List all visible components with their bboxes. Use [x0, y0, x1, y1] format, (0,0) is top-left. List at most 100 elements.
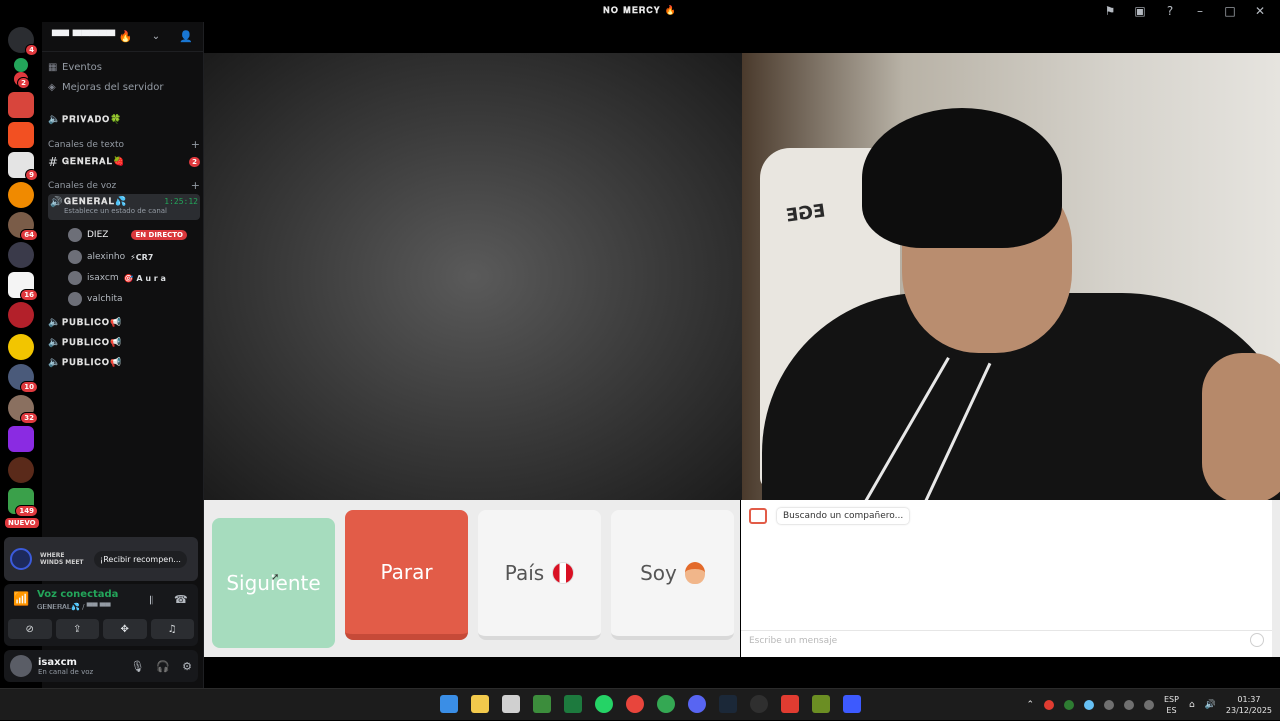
chevron-up-icon[interactable]: ⌃ — [1026, 700, 1034, 710]
microphone-icon[interactable] — [1143, 700, 1154, 710]
user-panel: isaxcm En canal de voz 🎙 🎧 ⚙ — [4, 650, 198, 682]
noise-suppression-icon[interactable]: 𝄃 — [150, 594, 152, 608]
channel-status-hint[interactable]: Establece un estado de canal — [64, 207, 198, 215]
server-icon[interactable] — [8, 122, 34, 148]
tray-app-icon[interactable] — [1103, 700, 1114, 710]
country-button[interactable]: País — [478, 510, 601, 640]
chrome-icon[interactable] — [657, 695, 675, 713]
tray-app-icon[interactable] — [1123, 700, 1134, 710]
obs-icon[interactable] — [750, 695, 768, 713]
file-explorer-icon[interactable] — [471, 695, 489, 713]
stop-label: Parar — [380, 560, 433, 584]
minimize-button[interactable]: – — [1192, 4, 1208, 18]
stop-button[interactable]: Parar — [345, 510, 468, 640]
channel-public[interactable]: 🔈 𝐏𝐔𝐁𝐋𝐈𝐂𝐎📢 — [48, 337, 200, 348]
server-icon[interactable]: 2 — [14, 72, 30, 89]
voice-user[interactable]: DIEZ EN DIRECTO — [68, 228, 187, 242]
voice-channel-path[interactable]: 𝐆𝐄𝐍𝐄𝐑𝐀𝐋💦 / ▀▀ ▀▀ — [37, 603, 111, 612]
server-icon[interactable]: 32 — [8, 395, 38, 424]
gender-button[interactable]: Soy — [611, 510, 734, 640]
invite-icon[interactable]: 👤 — [179, 30, 193, 43]
minecraft-icon[interactable] — [812, 695, 830, 713]
start-icon[interactable] — [440, 695, 458, 713]
server-icon[interactable] — [8, 92, 34, 118]
app-icon[interactable] — [843, 695, 861, 713]
new-badge: NUEVO — [5, 518, 39, 528]
headphones-icon[interactable]: 🎧 — [156, 660, 170, 673]
server-icon[interactable]: 9 — [8, 152, 38, 181]
activities-button[interactable]: ✥ — [103, 619, 147, 639]
server-icon[interactable]: 64 — [8, 212, 38, 241]
voice-user[interactable]: isaxcm 🎯 A u r a — [68, 271, 166, 285]
signal-icon[interactable]: 📶 — [13, 592, 29, 607]
server-icon[interactable] — [8, 426, 34, 452]
network-icon[interactable]: ⌂ — [1189, 700, 1195, 710]
soundboard-button[interactable]: ♫ — [150, 619, 194, 639]
channel-public[interactable]: 🔈 𝐏𝐔𝐁𝐋𝐈𝐂𝐎📢 — [48, 317, 200, 328]
server-icon[interactable] — [8, 334, 34, 360]
claim-reward-button[interactable]: ¡Recibir recompen... — [94, 550, 187, 568]
clock[interactable]: 01:37 23/12/2025 — [1226, 694, 1272, 716]
server-icon[interactable]: 10 — [8, 364, 38, 393]
server-icon[interactable]: 16 — [8, 272, 38, 301]
category-text[interactable]: Canales de texto + — [48, 138, 200, 151]
server-icon[interactable] — [8, 457, 34, 483]
channel-name: 𝐆𝐄𝐍𝐄𝐑𝐀𝐋💦 — [64, 197, 128, 207]
server-icon[interactable] — [8, 302, 34, 328]
user-info[interactable]: isaxcm En canal de voz — [38, 657, 130, 676]
discord-home-icon[interactable]: 4 — [8, 27, 38, 56]
gear-icon[interactable]: ⚙ — [182, 660, 192, 673]
add-channel-icon[interactable]: + — [191, 179, 200, 192]
chrome-icon[interactable] — [626, 695, 644, 713]
channel-name: 𝐏𝐔𝐁𝐋𝐈𝐂𝐎📢 — [62, 317, 123, 328]
steam-icon[interactable] — [719, 695, 737, 713]
close-button[interactable]: ✕ — [1252, 4, 1268, 18]
camera-off-button[interactable]: ⊘ — [8, 619, 52, 639]
maximize-button[interactable]: □ — [1222, 4, 1238, 18]
inbox-icon[interactable]: ⚑ — [1102, 4, 1118, 18]
category-label: Canales de voz — [48, 180, 117, 191]
channel-general-text[interactable]: # 𝐆𝐄𝐍𝐄𝐑𝐀𝐋🍓 2 — [48, 155, 200, 169]
volume-icon[interactable]: 🔊 — [1205, 700, 1216, 710]
help-icon[interactable]: ? — [1162, 4, 1178, 18]
server-icon[interactable] — [14, 58, 28, 72]
message-input[interactable]: Escribe un mensaje — [741, 630, 1272, 652]
disconnect-icon[interactable]: ☎ — [174, 593, 188, 606]
app-logo-icon — [749, 508, 767, 524]
tray-app-icon[interactable] — [1063, 700, 1074, 710]
voice-user[interactable]: alexinho ⚡CR7 — [68, 250, 153, 264]
channel-private[interactable]: 🔈 𝐏𝐑𝐈𝐕𝐀𝐃𝐎🍀 — [48, 114, 200, 125]
screen-share-button[interactable]: ⇪ — [55, 619, 99, 639]
discord-icon[interactable] — [688, 695, 706, 713]
avatar[interactable] — [10, 655, 32, 677]
microphone-icon[interactable]: 🎙 — [130, 660, 144, 673]
excel-icon[interactable] — [564, 695, 582, 713]
language-indicator[interactable]: ESP ES — [1164, 694, 1179, 716]
next-button[interactable]: Siguiente ➚ — [212, 518, 335, 648]
app-icon[interactable] — [533, 695, 551, 713]
add-channel-icon[interactable]: + — [191, 138, 200, 151]
menu-boosts[interactable]: ◈ Mejoras del servidor — [48, 82, 200, 93]
screen-share-icon[interactable]: ▣ — [1132, 4, 1148, 18]
stream-topbar — [204, 22, 1280, 53]
whatsapp-icon[interactable] — [595, 695, 613, 713]
voice-status[interactable]: Voz conectada — [37, 589, 118, 600]
menu-events[interactable]: ▦ Eventos — [48, 62, 200, 73]
voice-user[interactable]: valchita — [68, 292, 123, 306]
server-header[interactable]: ▀▀ ▀▀▀▀▀ 🔥 ⌄ 👤 — [42, 22, 203, 52]
chevron-down-icon[interactable]: ⌄ — [152, 31, 160, 42]
channel-general-voice[interactable]: 🔊 𝐆𝐄𝐍𝐄𝐑𝐀𝐋💦 1:25:12 Establece un estado d… — [48, 194, 200, 220]
server-icon[interactable]: 149 — [8, 488, 38, 517]
steam-tray-icon[interactable] — [1083, 700, 1094, 710]
channel-name: 𝐏𝐑𝐈𝐕𝐀𝐃𝐎🍀 — [62, 114, 123, 125]
category-voice[interactable]: Canales de voz + — [48, 179, 200, 192]
tray-app-icon[interactable] — [1043, 700, 1054, 710]
promo-banner[interactable]: WHERE WINDS MEET ¡Recibir recompen... — [4, 537, 198, 581]
emoji-icon[interactable] — [1250, 633, 1264, 647]
user-status: En canal de voz — [38, 667, 94, 676]
server-icon[interactable] — [8, 242, 34, 268]
store-icon[interactable] — [502, 695, 520, 713]
shield-icon[interactable] — [781, 695, 799, 713]
channel-public[interactable]: 🔈 𝐏𝐔𝐁𝐋𝐈𝐂𝐎📢 — [48, 357, 200, 368]
server-icon[interactable] — [8, 182, 34, 208]
